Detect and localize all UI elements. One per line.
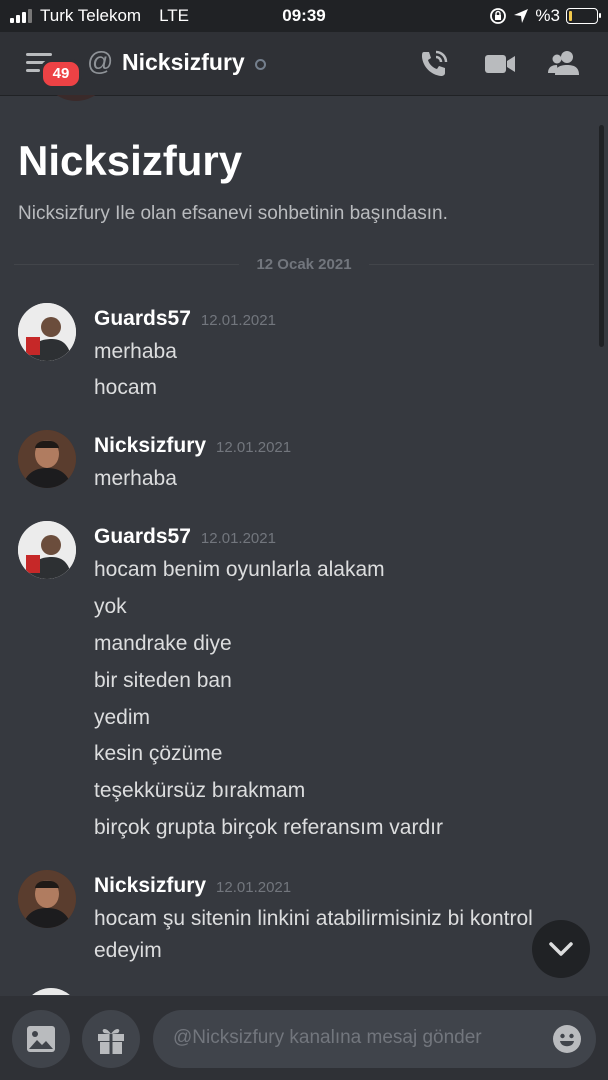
message-placeholder: @Nicksizfury kanalına mesaj gönder bbox=[173, 1027, 482, 1048]
message-text: edeyim bbox=[94, 939, 162, 962]
image-upload-button[interactable] bbox=[12, 1010, 70, 1068]
avatar bbox=[44, 95, 108, 101]
unread-badge: 49 bbox=[40, 59, 82, 89]
timestamp: 12.01.2021 bbox=[200, 530, 276, 547]
date-divider-label: 12 Ocak 2021 bbox=[256, 256, 352, 273]
message-text: merhaba bbox=[94, 467, 177, 490]
offline-status-icon bbox=[255, 59, 266, 70]
gift-icon bbox=[98, 1028, 124, 1054]
location-icon bbox=[514, 9, 529, 23]
username[interactable]: Nicksizfury bbox=[94, 874, 206, 897]
avatar[interactable] bbox=[18, 430, 76, 488]
welcome-subtitle: Nicksizfury Ile olan efsanevi sohbetinin… bbox=[18, 203, 448, 224]
chevron-down-icon bbox=[549, 942, 573, 956]
username[interactable]: Nicksizfury bbox=[94, 434, 206, 457]
emoji-icon[interactable] bbox=[552, 1024, 582, 1054]
channel-title[interactable]: Nicksizfury bbox=[122, 49, 245, 76]
at-icon: @ bbox=[87, 46, 114, 76]
avatar[interactable] bbox=[18, 303, 76, 361]
message-text: mandrake diye bbox=[94, 632, 232, 655]
scrollbar[interactable] bbox=[599, 125, 604, 347]
battery-icon bbox=[566, 8, 601, 24]
welcome-title: Nicksizfury bbox=[18, 137, 243, 184]
message-text: hocam benim oyunlarla alakam bbox=[94, 558, 385, 581]
avatar bbox=[22, 988, 80, 995]
message-text: yedim bbox=[94, 706, 151, 729]
message-text: hocam şu sitenin linkini atabilirmisiniz… bbox=[94, 907, 533, 930]
timestamp: 12.01.2021 bbox=[216, 879, 292, 896]
message-text: birçok grupta birçok referansım vardır bbox=[94, 816, 443, 839]
image-icon bbox=[27, 1026, 55, 1052]
members-icon[interactable] bbox=[546, 46, 582, 82]
timestamp: 12.01.2021 bbox=[200, 312, 276, 329]
battery-percent: %3 bbox=[535, 6, 560, 25]
message-text: merhaba bbox=[94, 340, 177, 363]
video-icon[interactable] bbox=[482, 46, 518, 82]
message-text: teşekkürsüz bırakmam bbox=[94, 779, 306, 802]
date-divider: 12 Ocak 2021 bbox=[14, 255, 594, 275]
message-text: bir siteden ban bbox=[94, 669, 232, 692]
gift-button[interactable] bbox=[82, 1010, 140, 1068]
message-header: Guards57 12.01.2021 bbox=[94, 307, 276, 331]
message-header: Guards57 12.01.2021 bbox=[94, 525, 276, 549]
avatar[interactable] bbox=[18, 521, 76, 579]
message-input[interactable]: @Nicksizfury kanalına mesaj gönder bbox=[153, 1010, 596, 1068]
message-text: kesin çözüme bbox=[94, 742, 223, 765]
scroll-to-bottom-button[interactable] bbox=[532, 920, 590, 978]
phone-icon[interactable] bbox=[416, 46, 452, 82]
channel-header: 49 @ Nicksizfury bbox=[0, 32, 608, 95]
message-text: yok bbox=[94, 595, 127, 618]
username[interactable]: Guards57 bbox=[94, 307, 191, 330]
username[interactable]: Guards57 bbox=[94, 525, 191, 548]
status-bar: Turk Telekom LTE 09:39 %3 bbox=[0, 0, 608, 32]
timestamp: 12.01.2021 bbox=[216, 439, 292, 456]
message-header: Nicksizfury 12.01.2021 bbox=[94, 874, 291, 898]
chat-area[interactable]: Nicksizfury Nicksizfury Ile olan efsanev… bbox=[0, 95, 608, 995]
message-input-bar: @Nicksizfury kanalına mesaj gönder bbox=[0, 996, 608, 1080]
orientation-lock-icon bbox=[490, 8, 507, 24]
message-text: hocam bbox=[94, 376, 158, 399]
message-header: Nicksizfury 12.01.2021 bbox=[94, 434, 291, 458]
avatar[interactable] bbox=[18, 870, 76, 928]
status-right: %3 bbox=[489, 6, 601, 26]
